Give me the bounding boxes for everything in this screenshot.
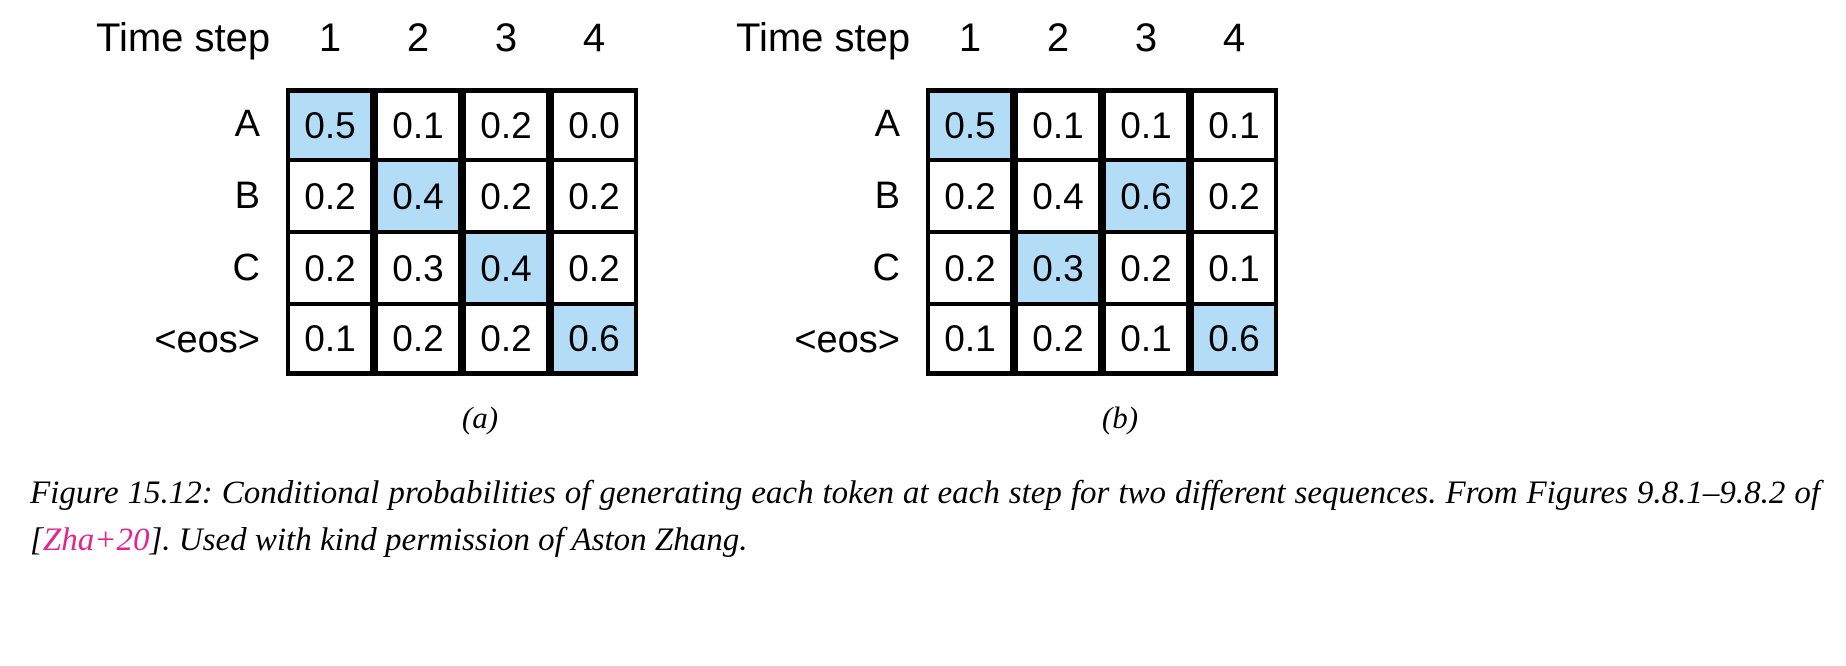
cell-b-eos-3: 0.1 bbox=[1102, 304, 1190, 376]
cell-wrap: 0.6 bbox=[550, 304, 638, 376]
cell-wrap: 0.2 bbox=[462, 304, 550, 376]
timestep-label-b: Time step bbox=[736, 16, 911, 60]
step-header-3-a: 3 bbox=[494, 16, 518, 60]
cell-wrap: 0.2 bbox=[374, 304, 462, 376]
row-label-a-eos: <eos> bbox=[154, 319, 260, 361]
caption-suffix: ]. Used with kind permission of Aston Zh… bbox=[149, 521, 748, 558]
step-header-4-b: 4 bbox=[1222, 16, 1246, 60]
cell-b-C-2: 0.3 bbox=[1014, 232, 1102, 304]
cell-wrap: 0.2 bbox=[550, 232, 638, 304]
cell-wrap: 0.4 bbox=[462, 232, 550, 304]
row-label-a-C: C bbox=[232, 247, 260, 289]
subcaption-b: (b) bbox=[1101, 400, 1139, 435]
cell-wrap: 0.4 bbox=[374, 160, 462, 232]
cell-b-C-4: 0.1 bbox=[1190, 232, 1278, 304]
cell-wrap: 0.2 bbox=[550, 160, 638, 232]
cell-b-B-1: 0.2 bbox=[926, 160, 1014, 232]
row-label-b-A: A bbox=[874, 103, 900, 145]
cell-b-A-2: 0.1 bbox=[1014, 88, 1102, 160]
cell-wrap: 0.4 bbox=[1014, 160, 1102, 232]
step-header-1-a: 1 bbox=[318, 16, 342, 60]
row-label-a-A: A bbox=[234, 103, 260, 145]
cell-a-B-4: 0.2 bbox=[550, 160, 638, 232]
cell-wrap: 0.2 bbox=[286, 160, 374, 232]
row-label-b-C: C bbox=[872, 247, 900, 289]
cell-b-eos-4: 0.6 bbox=[1190, 304, 1278, 376]
cell-wrap: 0.0 bbox=[550, 88, 638, 160]
cell-a-C-3: 0.4 bbox=[462, 232, 550, 304]
cell-b-C-1: 0.2 bbox=[926, 232, 1014, 304]
cell-wrap: 0.6 bbox=[1190, 304, 1278, 376]
cell-b-eos-2: 0.2 bbox=[1014, 304, 1102, 376]
cell-a-B-2: 0.4 bbox=[374, 160, 462, 232]
step-header-2-b: 2 bbox=[1046, 16, 1070, 60]
cell-wrap: 0.5 bbox=[926, 88, 1014, 160]
cell-a-eos-4: 0.6 bbox=[550, 304, 638, 376]
cell-a-A-4: 0.0 bbox=[550, 88, 638, 160]
step-header-4-a: 4 bbox=[582, 16, 606, 60]
cell-a-C-4: 0.2 bbox=[550, 232, 638, 304]
cell-wrap: 0.2 bbox=[926, 160, 1014, 232]
row-label-b-B: B bbox=[874, 175, 900, 217]
cell-wrap: 0.1 bbox=[1014, 88, 1102, 160]
cell-a-eos-3: 0.2 bbox=[462, 304, 550, 376]
cell-b-A-1: 0.5 bbox=[926, 88, 1014, 160]
cell-wrap: 0.2 bbox=[1102, 232, 1190, 304]
cell-wrap: 0.1 bbox=[374, 88, 462, 160]
citation-link[interactable]: Zha+20 bbox=[43, 522, 150, 558]
cell-wrap: 0.1 bbox=[1190, 88, 1278, 160]
cell-b-eos-1: 0.1 bbox=[926, 304, 1014, 376]
cell-wrap: 0.2 bbox=[286, 232, 374, 304]
cell-a-A-2: 0.1 bbox=[374, 88, 462, 160]
step-header-3-b: 3 bbox=[1134, 16, 1158, 60]
cell-wrap: 0.2 bbox=[462, 160, 550, 232]
figure-area: Time step 1 2 3 4 A 0.5 0.1 0.2 0.0 B 0.… bbox=[0, 0, 1846, 558]
cell-wrap: 0.5 bbox=[286, 88, 374, 160]
row-label-b-eos: <eos> bbox=[794, 319, 900, 361]
cell-wrap: 0.1 bbox=[1102, 304, 1190, 376]
cell-wrap: 0.1 bbox=[1190, 232, 1278, 304]
cell-b-A-4: 0.1 bbox=[1190, 88, 1278, 160]
cell-wrap: 0.3 bbox=[1014, 232, 1102, 304]
timestep-label-a: Time step bbox=[96, 16, 271, 60]
cell-a-B-3: 0.2 bbox=[462, 160, 550, 232]
step-header-1-b: 1 bbox=[958, 16, 982, 60]
panel-a: Time step 1 2 3 4 A 0.5 0.1 0.2 0.0 B 0.… bbox=[96, 18, 674, 436]
cell-wrap: 0.2 bbox=[926, 232, 1014, 304]
cell-wrap: 0.3 bbox=[374, 232, 462, 304]
cell-a-C-1: 0.2 bbox=[286, 232, 374, 304]
probability-grid-b: Time step 1 2 3 4 A 0.5 0.1 0.1 0.1 B 0.… bbox=[736, 18, 1314, 376]
subcaption-a: (a) bbox=[461, 400, 499, 435]
cell-wrap: 0.1 bbox=[1102, 88, 1190, 160]
cell-a-A-3: 0.2 bbox=[462, 88, 550, 160]
panel-b: Time step 1 2 3 4 A 0.5 0.1 0.1 0.1 B 0.… bbox=[736, 18, 1314, 436]
cell-a-eos-1: 0.1 bbox=[286, 304, 374, 376]
cell-a-A-1: 0.5 bbox=[286, 88, 374, 160]
cell-wrap: 0.6 bbox=[1102, 160, 1190, 232]
figure-caption: Figure 15.12: Conditional probabilities … bbox=[30, 470, 1820, 564]
panels-container: Time step 1 2 3 4 A 0.5 0.1 0.2 0.0 B 0.… bbox=[0, 0, 1846, 436]
cell-b-B-2: 0.4 bbox=[1014, 160, 1102, 232]
cell-wrap: 0.1 bbox=[286, 304, 374, 376]
cell-b-A-3: 0.1 bbox=[1102, 88, 1190, 160]
cell-b-C-3: 0.2 bbox=[1102, 232, 1190, 304]
cell-a-B-1: 0.2 bbox=[286, 160, 374, 232]
cell-b-B-3: 0.6 bbox=[1102, 160, 1190, 232]
probability-grid-a: Time step 1 2 3 4 A 0.5 0.1 0.2 0.0 B 0.… bbox=[96, 18, 674, 376]
row-label-a-B: B bbox=[234, 175, 260, 217]
cell-wrap: 0.2 bbox=[462, 88, 550, 160]
cell-wrap: 0.2 bbox=[1014, 304, 1102, 376]
cell-a-C-2: 0.3 bbox=[374, 232, 462, 304]
cell-a-eos-2: 0.2 bbox=[374, 304, 462, 376]
cell-b-B-4: 0.2 bbox=[1190, 160, 1278, 232]
cell-wrap: 0.2 bbox=[1190, 160, 1278, 232]
step-header-2-a: 2 bbox=[406, 16, 430, 60]
cell-wrap: 0.1 bbox=[926, 304, 1014, 376]
